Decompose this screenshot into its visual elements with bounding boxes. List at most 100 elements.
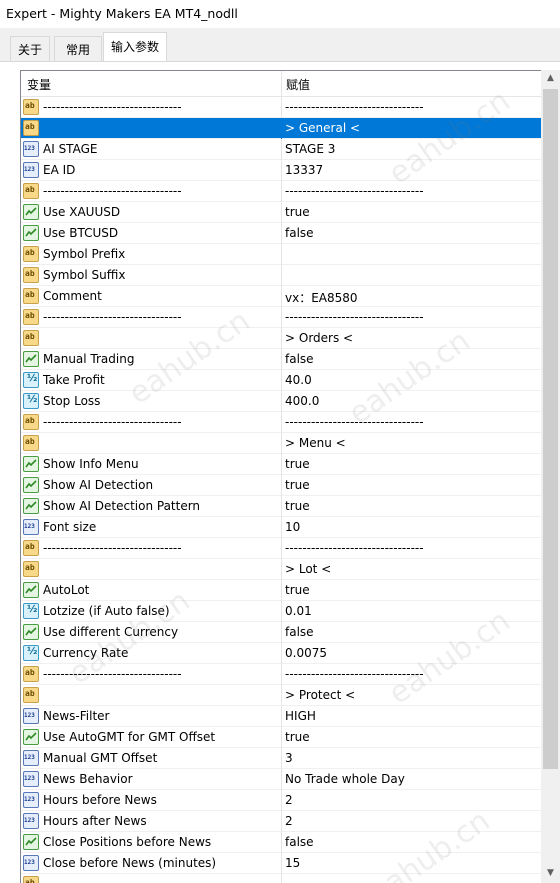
header-value[interactable]: 赋值 xyxy=(281,71,310,97)
param-row[interactable]: AI STAGE STAGE 3 xyxy=(21,139,542,160)
tab-about[interactable]: 关于 xyxy=(10,36,50,61)
value-cell[interactable]: 13337 xyxy=(281,160,542,181)
value-cell[interactable]: -------------------------------- xyxy=(281,664,542,685)
value-cell[interactable]: HIGH xyxy=(281,706,542,727)
variable-cell[interactable]: Symbol Suffix xyxy=(21,265,281,286)
param-row[interactable]: Show AI Detection Pattern true xyxy=(21,496,542,517)
value-cell[interactable]: -------------------------------- xyxy=(281,412,542,433)
param-row[interactable]: Symbol Prefix xyxy=(21,244,542,265)
param-row[interactable]: -------------------------------- --------… xyxy=(21,181,542,202)
variable-cell[interactable] xyxy=(21,328,281,349)
value-cell[interactable]: 3 xyxy=(281,748,542,769)
value-cell[interactable]: 10 xyxy=(281,517,542,538)
param-row[interactable]: Take Profit 40.0 xyxy=(21,370,542,391)
variable-cell[interactable]: EA ID xyxy=(21,160,281,181)
value-cell[interactable] xyxy=(281,244,542,265)
param-row[interactable] xyxy=(21,874,542,883)
scroll-up-icon[interactable]: ▲ xyxy=(541,70,560,88)
variable-cell[interactable]: Show AI Detection xyxy=(21,475,281,496)
variable-cell[interactable]: Use AutoGMT for GMT Offset xyxy=(21,727,281,748)
param-row[interactable]: Close Positions before News false xyxy=(21,832,542,853)
value-cell[interactable]: 2 xyxy=(281,811,542,832)
header-variable[interactable]: 变量 xyxy=(21,71,51,97)
param-row[interactable]: Comment vx：EA8580 xyxy=(21,286,542,307)
variable-cell[interactable]: Take Profit xyxy=(21,370,281,391)
value-cell[interactable]: 40.0 xyxy=(281,370,542,391)
param-row[interactable]: Stop Loss 400.0 xyxy=(21,391,542,412)
vertical-scrollbar[interactable]: ▲ ▼ xyxy=(541,70,560,883)
param-row[interactable]: > Protect < xyxy=(21,685,542,706)
value-cell[interactable]: true xyxy=(281,496,542,517)
variable-cell[interactable]: Show AI Detection Pattern xyxy=(21,496,281,517)
variable-cell[interactable] xyxy=(21,118,281,139)
variable-cell[interactable] xyxy=(21,685,281,706)
variable-cell[interactable]: Stop Loss xyxy=(21,391,281,412)
value-cell[interactable]: vx：EA8580 xyxy=(281,286,542,307)
value-cell[interactable]: 15 xyxy=(281,853,542,874)
variable-cell[interactable]: -------------------------------- xyxy=(21,181,281,202)
value-cell[interactable]: true xyxy=(281,454,542,475)
variable-cell[interactable]: Close before News (minutes) xyxy=(21,853,281,874)
value-cell[interactable]: -------------------------------- xyxy=(281,181,542,202)
param-row[interactable]: News-Filter HIGH xyxy=(21,706,542,727)
variable-cell[interactable]: -------------------------------- xyxy=(21,538,281,559)
value-cell[interactable]: true xyxy=(281,580,542,601)
value-cell[interactable]: > General < xyxy=(281,118,542,139)
param-row[interactable]: -------------------------------- --------… xyxy=(21,538,542,559)
param-row[interactable]: Manual GMT Offset 3 xyxy=(21,748,542,769)
value-cell[interactable]: -------------------------------- xyxy=(281,307,542,328)
value-cell[interactable]: -------------------------------- xyxy=(281,538,542,559)
value-cell[interactable]: 400.0 xyxy=(281,391,542,412)
value-cell[interactable]: > Orders < xyxy=(281,328,542,349)
param-row[interactable]: -------------------------------- --------… xyxy=(21,664,542,685)
param-row[interactable]: > Lot < xyxy=(21,559,542,580)
param-row[interactable]: EA ID 13337 xyxy=(21,160,542,181)
param-row[interactable]: Use XAUUSD true xyxy=(21,202,542,223)
tab-inputs[interactable]: 输入参数 xyxy=(103,32,167,63)
value-cell[interactable]: false xyxy=(281,832,542,853)
variable-cell[interactable]: -------------------------------- xyxy=(21,664,281,685)
variable-cell[interactable]: Use BTCUSD xyxy=(21,223,281,244)
param-row[interactable]: > Menu < xyxy=(21,433,542,454)
variable-cell[interactable]: News Behavior xyxy=(21,769,281,790)
param-row[interactable]: Show Info Menu true xyxy=(21,454,542,475)
variable-cell[interactable]: -------------------------------- xyxy=(21,307,281,328)
variable-cell[interactable]: Lotzize (if Auto false) xyxy=(21,601,281,622)
param-row[interactable]: -------------------------------- --------… xyxy=(21,412,542,433)
variable-cell[interactable]: Close Positions before News xyxy=(21,832,281,853)
param-row[interactable]: Hours after News 2 xyxy=(21,811,542,832)
value-cell[interactable]: false xyxy=(281,349,542,370)
scroll-thumb[interactable] xyxy=(543,89,558,769)
variable-cell[interactable]: Comment xyxy=(21,286,281,307)
param-row[interactable]: > General < xyxy=(21,118,542,139)
value-cell[interactable] xyxy=(281,265,542,286)
param-row[interactable]: > Orders < xyxy=(21,328,542,349)
param-row[interactable]: Hours before News 2 xyxy=(21,790,542,811)
param-row[interactable]: Use BTCUSD false xyxy=(21,223,542,244)
variable-cell[interactable]: Use XAUUSD xyxy=(21,202,281,223)
param-row[interactable]: Lotzize (if Auto false) 0.01 xyxy=(21,601,542,622)
value-cell[interactable]: -------------------------------- xyxy=(281,97,542,118)
param-row[interactable]: -------------------------------- --------… xyxy=(21,307,542,328)
value-cell[interactable]: 0.01 xyxy=(281,601,542,622)
value-cell[interactable]: true xyxy=(281,475,542,496)
param-row[interactable]: Show AI Detection true xyxy=(21,475,542,496)
variable-cell[interactable]: -------------------------------- xyxy=(21,97,281,118)
variable-cell[interactable] xyxy=(21,559,281,580)
value-cell[interactable]: > Menu < xyxy=(281,433,542,454)
variable-cell[interactable]: -------------------------------- xyxy=(21,412,281,433)
value-cell[interactable]: 0.0075 xyxy=(281,643,542,664)
param-row[interactable]: Manual Trading false xyxy=(21,349,542,370)
variable-cell[interactable]: Show Info Menu xyxy=(21,454,281,475)
value-cell[interactable]: > Lot < xyxy=(281,559,542,580)
param-row[interactable]: -------------------------------- --------… xyxy=(21,97,542,118)
variable-cell[interactable]: Symbol Prefix xyxy=(21,244,281,265)
variable-cell[interactable]: AI STAGE xyxy=(21,139,281,160)
variable-cell[interactable] xyxy=(21,874,281,883)
value-cell[interactable]: false xyxy=(281,223,542,244)
value-cell[interactable]: > Protect < xyxy=(281,685,542,706)
value-cell[interactable]: 2 xyxy=(281,790,542,811)
variable-cell[interactable]: News-Filter xyxy=(21,706,281,727)
variable-cell[interactable]: Hours before News xyxy=(21,790,281,811)
param-row[interactable]: Close before News (minutes) 15 xyxy=(21,853,542,874)
